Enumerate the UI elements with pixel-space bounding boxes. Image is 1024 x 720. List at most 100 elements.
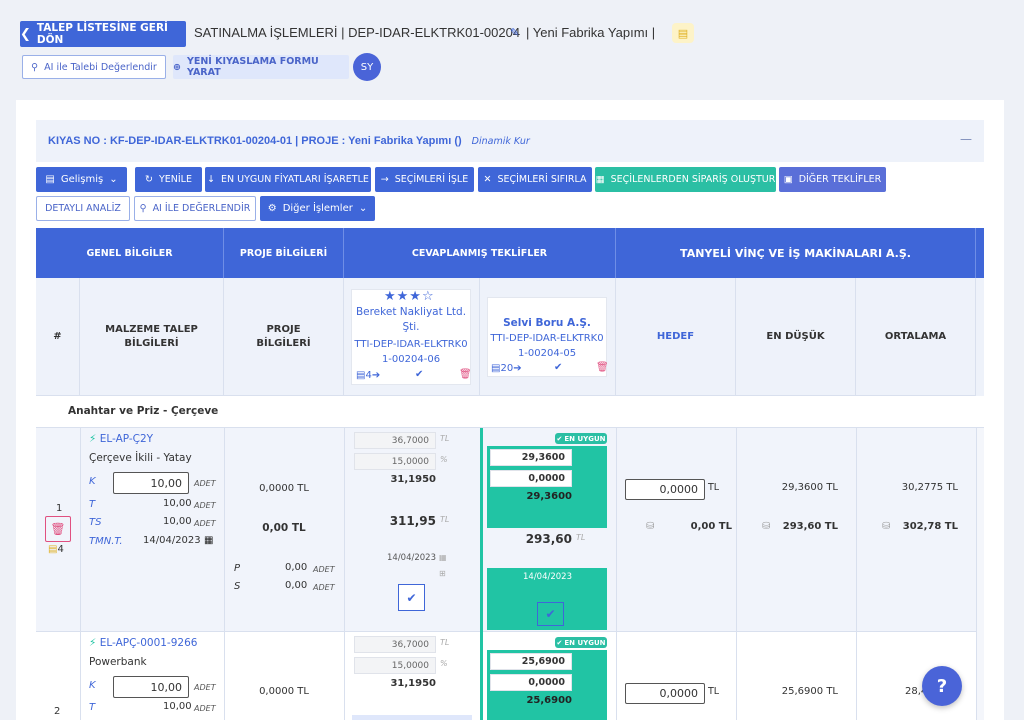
- back-to-list-button[interactable]: ❮ TALEP LİSTESİNE GERİ DÖN: [20, 21, 186, 47]
- offer1-total: 311,95: [389, 514, 436, 528]
- offer1-net-price: 31,1950: [390, 474, 436, 485]
- trash-icon: 🗑: [50, 522, 66, 536]
- kur-label: Dinamik Kur: [471, 135, 530, 147]
- unit-label: TL: [708, 686, 720, 697]
- header-genel: GENEL BİLGİLER: [36, 228, 224, 278]
- new-comparison-form-button[interactable]: ⊕ YENİ KIYASLAMA FORMU YARAT: [173, 55, 349, 79]
- detailed-analysis-button[interactable]: DETAYLI ANALİZ: [36, 196, 130, 221]
- help-button[interactable]: ?: [922, 666, 962, 706]
- ai-evaluate-request-button[interactable]: ⚲ AI ile Talebi Değerlendir: [22, 55, 166, 79]
- s-value: 0,00: [285, 580, 308, 591]
- offer2-discount-input[interactable]: 0,0000: [490, 674, 572, 691]
- t-value: 10,00: [163, 498, 192, 509]
- grid-icon[interactable]: ⊞: [439, 569, 446, 578]
- ts-value: 10,00: [163, 516, 192, 527]
- offer1-discount-input[interactable]: 15,0000: [354, 657, 436, 674]
- target-total: 0,00 TL: [690, 521, 732, 532]
- arrow-right-icon: →: [380, 174, 389, 185]
- offer1-price-input[interactable]: 36,7000: [354, 432, 436, 449]
- quantity-input[interactable]: 10,00: [113, 676, 189, 698]
- document-icon: ▤: [45, 174, 55, 185]
- trash-icon[interactable]: 🗑: [459, 369, 472, 380]
- row-number: 2: [54, 706, 61, 717]
- bolt-icon: ⚡: [89, 433, 97, 445]
- offer1-net-price: 31,1950: [390, 678, 436, 689]
- select-offer1-checkbox[interactable]: ✔: [398, 584, 425, 611]
- t-value: 10,00: [163, 701, 192, 712]
- offer1-price-input[interactable]: 36,7000: [354, 636, 436, 653]
- offer2-discount-input[interactable]: 0,0000: [490, 470, 572, 487]
- offer1-discount-input[interactable]: 15,0000: [354, 453, 436, 470]
- edit-icon[interactable]: ✎: [510, 26, 519, 39]
- target-price-input[interactable]: 0,0000: [625, 479, 705, 500]
- create-order-button[interactable]: ▦ SEÇİLENLERDEN SİPARİŞ OLUŞTUR: [595, 167, 776, 192]
- ai-evaluate-button[interactable]: ⚲ AI İLE DEĞERLENDİR: [134, 196, 256, 221]
- check-icon[interactable]: ✔: [415, 369, 423, 380]
- unit-label: TL: [708, 482, 720, 493]
- refresh-button[interactable]: ↻ YENİLE: [135, 167, 202, 192]
- check-icon: ✔: [545, 607, 556, 621]
- material-code-link[interactable]: ⚡ EL-AP-Ç2Y: [89, 433, 153, 445]
- header-endusuk: EN DÜŞÜK: [736, 278, 856, 396]
- delete-row-button[interactable]: 🗑: [45, 516, 71, 542]
- unit-label: ADET: [313, 583, 335, 592]
- unit-label: TL: [440, 638, 450, 647]
- k-label: K: [89, 476, 96, 487]
- notes-badge[interactable]: ▤4: [48, 544, 64, 555]
- check-circle-icon: ✔: [556, 638, 563, 647]
- offer2-docs[interactable]: ▤20➔: [491, 363, 522, 374]
- kiyas-title: KIYAS NO : KF-DEP-IDAR-ELKTRK01-00204-01…: [48, 135, 462, 147]
- check-icon: ✔: [406, 590, 417, 605]
- header-no: #: [36, 278, 80, 396]
- proje-unit-price: 0,0000 TL: [259, 483, 309, 494]
- process-selections-button[interactable]: → SEÇİMLERİ İŞLE: [375, 167, 474, 192]
- scrollbar-track[interactable]: [977, 428, 984, 720]
- calendar-icon[interactable]: ▦: [439, 553, 447, 562]
- trash-icon[interactable]: 🗑: [596, 362, 609, 373]
- offer2-code: TTI-DEP-IDAR-ELKTRK01-00204-05: [490, 333, 604, 359]
- lowest-total: 293,60 TL: [782, 521, 838, 532]
- chevron-down-icon: ⌄: [109, 174, 118, 185]
- header-scroll-gap: [976, 278, 984, 396]
- refresh-icon: ↻: [145, 174, 153, 185]
- gelismis-dropdown[interactable]: ▤ Gelişmiş ⌄: [36, 167, 127, 192]
- collapse-icon[interactable]: —: [960, 132, 972, 146]
- target-price-input[interactable]: 0,0000: [625, 683, 705, 704]
- header-ortalama: ORTALAMA: [856, 278, 976, 396]
- material-code-link[interactable]: ⚡ EL-APÇ-0001-9266: [89, 637, 197, 649]
- quantity-input[interactable]: 10,00: [113, 472, 189, 494]
- mark-best-prices-button[interactable]: ↓ EN UYGUN FİYATLARI İŞARETLE: [205, 167, 371, 192]
- other-actions-dropdown[interactable]: ⚙ Diğer İşlemler ⌄: [260, 196, 375, 221]
- check-icon[interactable]: ✔: [554, 362, 562, 373]
- lowest-unit-price: 29,3600 TL: [781, 482, 838, 493]
- best-price-badge: ✔ EN UYGUN: [555, 433, 607, 444]
- offer1-date: 14/04/2023: [387, 553, 436, 563]
- unit-label: TL: [440, 434, 450, 443]
- header-vendor: TANYELİ VİNÇ VE İŞ MAKİNALARI A.Ş.: [616, 228, 976, 278]
- calendar-icon: ▣: [783, 174, 793, 185]
- rating-stars-icon: ★★★☆: [384, 289, 435, 304]
- comment-icon[interactable]: ▤: [672, 23, 694, 43]
- lowest-unit-price: 25,6900 TL: [781, 686, 838, 697]
- arrow-down-icon: ↓: [207, 174, 216, 185]
- other-offers-button[interactable]: ▣ DİĞER TEKLİFLER: [779, 167, 886, 192]
- avatar[interactable]: SY: [353, 53, 381, 81]
- select-offer2-checkbox[interactable]: ✔: [537, 602, 564, 626]
- arrow-right-icon: ➔: [513, 363, 522, 374]
- offer2-price-input[interactable]: 29,3600: [490, 449, 572, 466]
- unit-label: ADET: [194, 501, 216, 510]
- offer2-name: Selvi Boru A.Ş.: [503, 317, 591, 329]
- header-malzeme: MALZEME TALEP BİLGİLERİ: [80, 278, 224, 396]
- calendar-icon[interactable]: ▦: [204, 535, 213, 546]
- offer2-price-input[interactable]: 25,6900: [490, 653, 572, 670]
- order-icon: ▦: [595, 174, 605, 185]
- tmnt-label: TMN.T.: [89, 536, 123, 547]
- offer1-docs[interactable]: ▤4➔: [356, 370, 380, 381]
- unit-label: %: [440, 659, 448, 668]
- reset-selections-button[interactable]: ✕ SEÇİMLERİ SIFIRLA: [478, 167, 592, 192]
- kiyas-bar[interactable]: KIYAS NO : KF-DEP-IDAR-ELKTRK01-00204-01…: [36, 120, 984, 162]
- unit-label: ADET: [194, 479, 216, 488]
- top-bar: [0, 0, 1024, 100]
- s-label: S: [234, 581, 241, 592]
- arrow-right-icon: ➔: [371, 370, 381, 381]
